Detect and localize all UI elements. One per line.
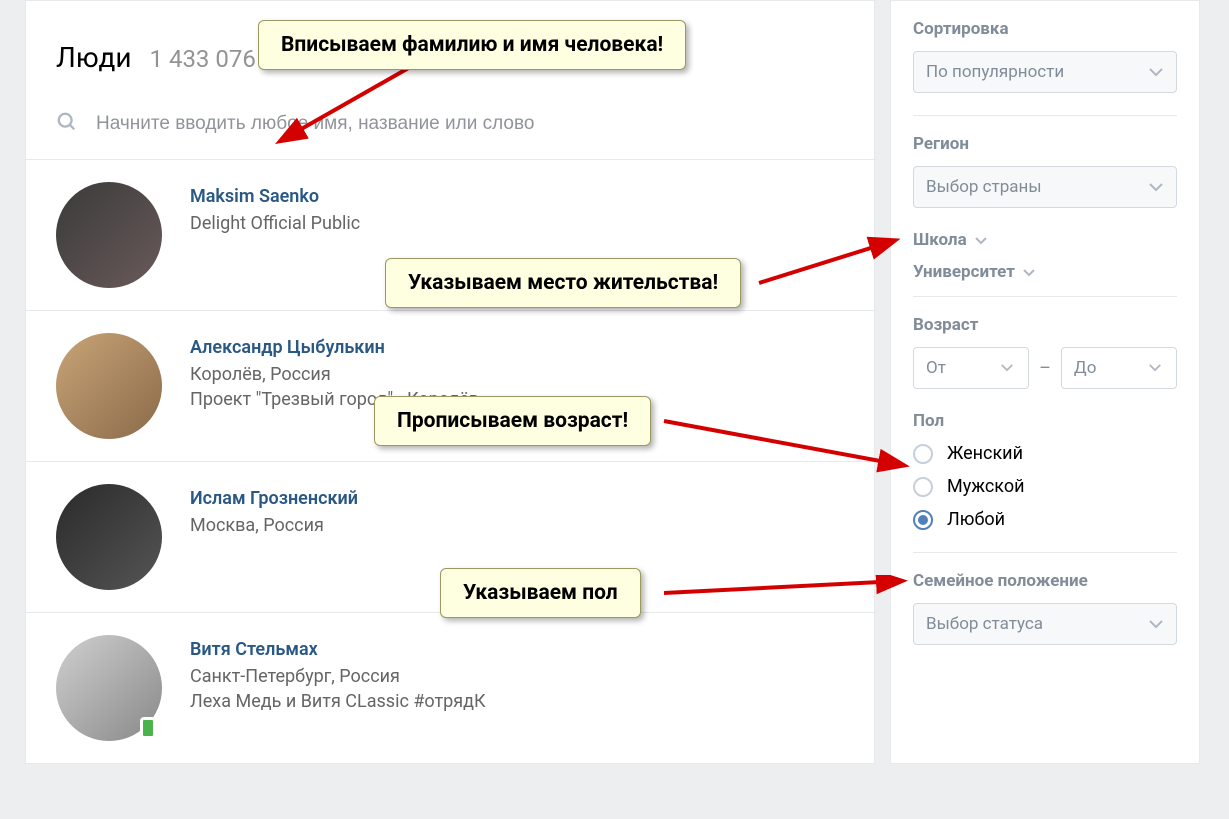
school-filter[interactable]: Школа — [913, 230, 1177, 250]
region-select[interactable]: Выбор страны — [913, 166, 1177, 208]
family-status-value: Выбор статуса — [926, 614, 1043, 634]
arrow-icon — [660, 575, 910, 615]
gender-radio-female[interactable]: Женский — [913, 443, 1177, 464]
age-to-select[interactable]: До — [1061, 347, 1177, 389]
region-label: Регион — [913, 134, 1177, 154]
person-subtitle: Москва, Россия — [190, 515, 358, 536]
search-icon — [56, 111, 78, 137]
avatar[interactable] — [56, 484, 162, 590]
arrow-icon — [262, 62, 422, 152]
arrow-icon — [660, 415, 910, 473]
family-status-select[interactable]: Выбор статуса — [913, 603, 1177, 645]
chevron-down-icon — [1023, 262, 1035, 282]
gender-radio-male[interactable]: Мужской — [913, 476, 1177, 497]
gender-label: Пол — [913, 411, 1177, 431]
search-input[interactable] — [96, 113, 796, 135]
chevron-down-icon — [1000, 363, 1016, 373]
arrow-icon — [755, 235, 900, 290]
gender-radio-any[interactable]: Любой — [913, 509, 1177, 530]
avatar[interactable] — [56, 182, 162, 288]
main-panel: Люди 1 433 076 Maksim Saenko Delight Off… — [25, 0, 875, 764]
radio-icon — [913, 510, 933, 530]
radio-icon — [913, 477, 933, 497]
page-title: Люди — [56, 41, 132, 74]
person-name[interactable]: Maksim Saenko — [190, 186, 360, 207]
search-row — [26, 99, 874, 160]
person-subtitle: Леха Медь и Витя CLassic #отрядК — [190, 691, 486, 712]
annotation-callout: Указываем пол — [440, 568, 641, 618]
age-label: Возраст — [913, 315, 1177, 335]
person-name[interactable]: Александр Цыбулькин — [190, 337, 479, 358]
chevron-down-icon — [975, 230, 987, 250]
chevron-down-icon — [1148, 363, 1164, 373]
person-subtitle: Delight Official Public — [190, 213, 360, 234]
age-from-select[interactable]: От — [913, 347, 1029, 389]
sort-value: По популярности — [926, 62, 1064, 82]
university-filter[interactable]: Университет — [913, 262, 1177, 282]
person-name[interactable]: Витя Стельмах — [190, 639, 486, 660]
avatar[interactable] — [56, 635, 162, 741]
avatar[interactable] — [56, 333, 162, 439]
age-dash: – — [1039, 358, 1051, 379]
person-subtitle: Королёв, Россия — [190, 364, 479, 385]
annotation-callout: Вписываем фамилию и имя человека! — [258, 20, 686, 70]
results-count: 1 433 076 — [150, 45, 256, 73]
filters-sidebar: Сортировка По популярности Регион Выбор … — [890, 0, 1200, 764]
person-subtitle: Санкт-Петербург, Россия — [190, 666, 486, 687]
annotation-callout: Прописываем возраст! — [374, 396, 651, 446]
list-item[interactable]: Витя Стельмах Санкт-Петербург, Россия Ле… — [26, 613, 874, 763]
chevron-down-icon — [1148, 67, 1164, 77]
radio-icon — [913, 444, 933, 464]
region-value: Выбор страны — [926, 177, 1042, 197]
family-status-label: Семейное положение — [913, 571, 1177, 591]
annotation-callout: Указываем место жительства! — [385, 258, 741, 308]
chevron-down-icon — [1148, 619, 1164, 629]
online-mobile-icon — [140, 717, 156, 739]
sort-label: Сортировка — [913, 19, 1177, 39]
chevron-down-icon — [1148, 182, 1164, 192]
person-name[interactable]: Ислам Грозненский — [190, 488, 358, 509]
sort-select[interactable]: По популярности — [913, 51, 1177, 93]
